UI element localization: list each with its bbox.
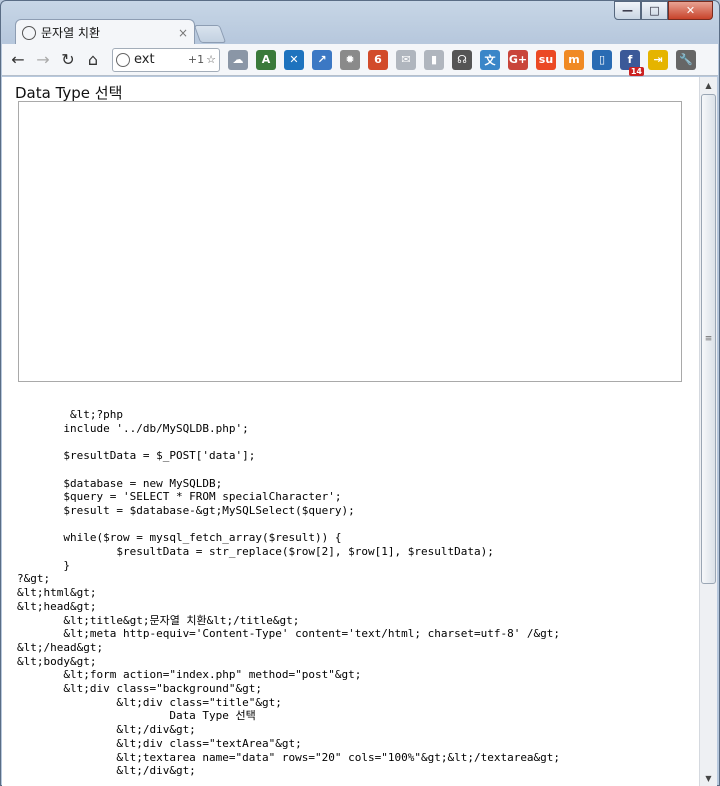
data-textarea[interactable] — [18, 101, 682, 382]
gear-icon[interactable]: ✹ — [340, 49, 360, 70]
shortcut-icon[interactable]: ↗ — [312, 49, 332, 70]
scroll-down-icon[interactable]: ▼ — [700, 770, 717, 786]
stats-icon[interactable]: ▮ — [424, 49, 444, 70]
browser-window: — □ ✕ 문자열 치환 × ← → ↻ ⌂ ext +1 ☆ ☁ A ✕ ↗ ✹ 6 ✉ ▮… — [0, 0, 720, 786]
address-bar[interactable]: ext +1 ☆ — [112, 47, 220, 72]
minimize-button[interactable]: — — [614, 1, 641, 20]
close-window-button[interactable]: ✕ — [668, 1, 713, 20]
stumbleupon-icon[interactable]: su — [536, 49, 556, 70]
page-content: Data Type 선택 &lt;?php include '../db/MyS… — [2, 77, 699, 786]
cloud-icon[interactable]: ☁ — [228, 49, 248, 70]
notification-badge: 14 — [628, 66, 644, 76]
mail-icon[interactable]: ✉ — [396, 49, 416, 70]
forward-button[interactable]: → — [31, 48, 55, 72]
tab-title: 문자열 치환 — [41, 26, 101, 40]
phone-send-icon[interactable]: ▯ — [592, 49, 612, 70]
maximize-button[interactable]: □ — [641, 1, 668, 20]
tab-close-icon[interactable]: × — [178, 26, 188, 40]
scroll-thumb[interactable]: ≡ — [701, 94, 716, 584]
headphones-icon[interactable]: ☊ — [452, 49, 472, 70]
extension-icons: ☁ A ✕ ↗ ✹ 6 ✉ ▮ ☊ 文 G+ su m ▯ f 14 ⇥ 🔧 — [224, 49, 700, 76]
browser-toolbar: ← → ↻ ⌂ ext +1 ☆ ☁ A ✕ ↗ ✹ 6 ✉ ▮ ☊ 文 G+ su m ▯ f 14 ⇥ 🔧 — [2, 44, 718, 76]
home-button[interactable]: ⌂ — [81, 48, 105, 72]
browser-tab[interactable]: 문자열 치환 × — [15, 19, 195, 45]
plus-one-icon[interactable]: +1 — [188, 53, 204, 66]
back-button[interactable]: ← — [6, 48, 30, 72]
m-icon[interactable]: m — [564, 49, 584, 70]
phone-arrow-icon[interactable]: ⇥ — [648, 49, 668, 70]
source-code-text: &lt;?php include '../db/MySQLDB.php'; $r… — [17, 408, 561, 778]
gplus-icon[interactable]: G+ — [508, 49, 528, 70]
bookmark-star-icon[interactable]: ☆ — [206, 53, 216, 66]
globe-icon — [22, 25, 36, 40]
facebook-icon[interactable]: f 14 — [620, 49, 644, 76]
reload-button[interactable]: ↻ — [56, 48, 80, 72]
wrench-icon[interactable]: 🔧 — [676, 49, 696, 70]
six-icon[interactable]: 6 — [368, 49, 388, 70]
scroll-up-icon[interactable]: ▲ — [700, 77, 717, 93]
translate-icon[interactable]: A — [256, 49, 276, 70]
window-controls: — □ ✕ — [614, 1, 713, 20]
page-heading: Data Type 선택 — [15, 84, 123, 102]
bowtie-icon[interactable]: ✕ — [284, 49, 304, 70]
address-text: ext — [134, 52, 155, 67]
globe-icon — [116, 52, 130, 67]
vertical-scrollbar[interactable]: ▲ ≡ ▼ — [699, 77, 717, 786]
translate2-icon[interactable]: 文 — [480, 49, 500, 70]
new-tab-button[interactable] — [193, 25, 227, 43]
